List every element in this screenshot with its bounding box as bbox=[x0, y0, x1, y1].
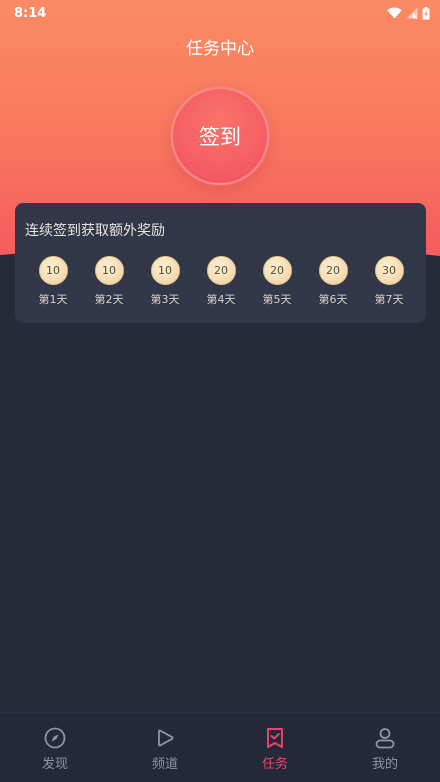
user-icon bbox=[375, 728, 395, 749]
reward-days-row: 10 第1天 10 第2天 10 第3天 20 第4天 20 第5天 20 第6… bbox=[25, 256, 417, 312]
day-label: 第7天 bbox=[374, 293, 404, 306]
coin-icon: 20 bbox=[262, 256, 292, 285]
tab-label: 任务 bbox=[261, 757, 288, 772]
status-icons bbox=[387, 6, 430, 20]
reward-day-3: 10 第3天 bbox=[137, 256, 193, 312]
reward-day-5: 20 第5天 bbox=[249, 256, 305, 312]
coin-icon: 10 bbox=[94, 256, 124, 285]
status-bar: 8:14 bbox=[0, 0, 440, 26]
task-center-screen: 8:14 任务中心 签到 连续签到获取额外奖励 10 第1天 10 第2天 10… bbox=[0, 0, 440, 782]
reward-day-7: 30 第7天 bbox=[361, 256, 417, 312]
tab-tasks[interactable]: 任务 bbox=[220, 713, 330, 782]
signal-icon bbox=[406, 7, 418, 19]
day-label: 第1天 bbox=[38, 293, 68, 306]
day-label: 第4天 bbox=[206, 293, 236, 306]
reward-day-4: 20 第4天 bbox=[193, 256, 249, 312]
streak-reward-card: 连续签到获取额外奖励 10 第1天 10 第2天 10 第3天 20 第4天 2… bbox=[15, 203, 426, 323]
sign-in-button[interactable]: 签到 bbox=[171, 87, 269, 185]
tab-label: 我的 bbox=[371, 757, 398, 772]
compass-icon bbox=[44, 727, 66, 749]
play-icon bbox=[158, 729, 174, 747]
tab-label: 发现 bbox=[41, 757, 68, 772]
tab-discover[interactable]: 发现 bbox=[0, 713, 110, 782]
tab-profile[interactable]: 我的 bbox=[330, 713, 440, 782]
battery-charging-icon bbox=[422, 6, 430, 19]
reward-day-1: 10 第1天 bbox=[25, 256, 81, 312]
day-label: 第6天 bbox=[318, 293, 348, 306]
coin-icon: 10 bbox=[38, 256, 68, 285]
reward-card-title: 连续签到获取额外奖励 bbox=[25, 223, 165, 239]
tab-channels[interactable]: 频道 bbox=[110, 713, 220, 782]
bottom-tab-bar: 发现 频道 任务 我的 bbox=[0, 712, 440, 782]
day-label: 第3天 bbox=[150, 293, 180, 306]
coin-icon: 10 bbox=[150, 256, 180, 285]
bookmark-check-icon bbox=[267, 728, 283, 748]
wifi-icon bbox=[387, 7, 402, 19]
reward-day-6: 20 第6天 bbox=[305, 256, 361, 312]
coin-icon: 30 bbox=[374, 256, 404, 285]
coin-icon: 20 bbox=[206, 256, 236, 285]
day-label: 第5天 bbox=[262, 293, 292, 306]
status-time: 8:14 bbox=[14, 5, 47, 21]
reward-day-2: 10 第2天 bbox=[81, 256, 137, 312]
tab-label: 频道 bbox=[151, 757, 178, 772]
day-label: 第2天 bbox=[94, 293, 124, 306]
page-title: 任务中心 bbox=[186, 39, 254, 59]
coin-icon: 20 bbox=[318, 256, 348, 285]
